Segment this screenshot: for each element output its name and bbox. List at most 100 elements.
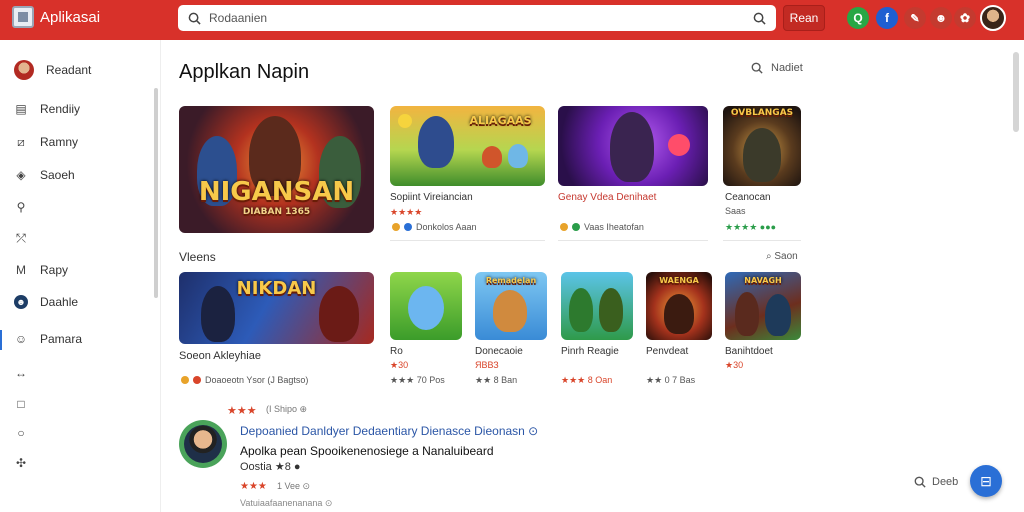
- game-art: NIGANSAN DIABAN 1365: [179, 106, 374, 233]
- game-title[interactable]: Banihtdoet: [725, 346, 773, 357]
- game-title[interactable]: Penvdeat: [646, 346, 688, 357]
- game-meta-text: Doaoeotn Ysor (J Bagtso): [205, 375, 309, 385]
- game-card[interactable]: Remadelan: [475, 272, 547, 340]
- game-art: [390, 272, 462, 340]
- smiley-icon: ☺: [14, 332, 28, 346]
- bottom-search[interactable]: Deeb: [914, 476, 958, 488]
- game-title[interactable]: Ro: [390, 346, 403, 357]
- badge-dot: [560, 223, 568, 231]
- featured-game-card[interactable]: NIGANSAN DIABAN 1365: [179, 106, 374, 233]
- sidebar-item-ramny[interactable]: ⧄ Ramny: [14, 135, 78, 150]
- game-title[interactable]: Soeon Akleyhiae: [179, 350, 261, 362]
- game-card[interactable]: NIKDAN: [179, 272, 374, 344]
- game-art: WAENGA: [646, 272, 712, 340]
- sidebar-item-rapy[interactable]: M Rapy: [14, 263, 68, 277]
- section-see-all-link[interactable]: ⌕ Saon: [766, 251, 798, 262]
- settings-icon[interactable]: ✿: [954, 7, 976, 29]
- game-rating: ЯВВЗ: [475, 360, 499, 370]
- page-scrollbar[interactable]: [1013, 52, 1019, 132]
- character-figure: [599, 288, 623, 332]
- sidebar-item-rendiiy[interactable]: ▤ Rendiiy: [14, 102, 80, 116]
- gear-icon: ✣: [15, 456, 27, 470]
- share-icon[interactable]: ✎: [904, 7, 926, 29]
- character-figure: [508, 144, 528, 168]
- sidebar-item-arrows[interactable]: ↔: [14, 366, 28, 380]
- game-card[interactable]: ALIAGAAS: [390, 106, 545, 186]
- sidebar-scrollbar[interactable]: [154, 88, 158, 298]
- game-card[interactable]: [561, 272, 633, 340]
- game-art-title: WAENGA: [659, 276, 699, 285]
- sidebar-divider: [160, 40, 161, 512]
- reviewer-avatar[interactable]: [179, 420, 227, 468]
- character-figure: [664, 294, 694, 334]
- page-search[interactable]: Nadiet: [751, 62, 803, 74]
- sidebar-item-security[interactable]: ⤱: [14, 231, 28, 245]
- game-art: NAVAGH: [725, 272, 801, 340]
- game-title[interactable]: Sopiint Vireiancian: [390, 192, 473, 203]
- character-figure: [610, 112, 654, 182]
- game-meta: Donkolos Aaan: [392, 222, 477, 232]
- search-bar: [178, 5, 776, 31]
- calendar-icon: ▤: [15, 102, 27, 116]
- character-figure: [743, 128, 781, 182]
- game-title[interactable]: Pinrh Reagie: [561, 346, 619, 357]
- search-submit-icon[interactable]: [753, 12, 766, 25]
- search-icon: [914, 476, 926, 488]
- sidebar-item-daahle[interactable]: ☻ Daahle: [14, 295, 78, 309]
- sidebar-item-settings[interactable]: ✣: [14, 456, 28, 470]
- badge-dot: [193, 376, 201, 384]
- emoji-icon[interactable]: ☻: [930, 7, 952, 29]
- game-title[interactable]: Donecaoie: [475, 346, 523, 357]
- game-card[interactable]: [390, 272, 462, 340]
- game-card[interactable]: [558, 106, 708, 186]
- facebook-icon[interactable]: f: [876, 7, 898, 29]
- sidebar-item-saoeh[interactable]: ◈ Saoeh: [14, 168, 75, 182]
- game-art-subtitle: DIABAN 1365: [242, 207, 311, 217]
- sidebar-item-label: Readant: [46, 63, 92, 77]
- character-figure: [482, 146, 502, 168]
- character-figure: [765, 294, 791, 336]
- review-stars-meta: (I Shipo ⊕: [266, 404, 308, 414]
- shield-icon: ⤱: [16, 230, 26, 245]
- sidebar-item-readant[interactable]: Readant: [14, 60, 91, 80]
- page-title: Applkan Napin: [179, 61, 310, 83]
- game-card[interactable]: WAENGA: [646, 272, 712, 340]
- avatar: [14, 60, 34, 80]
- sidebar-item-pamara[interactable]: ☺ Pamara: [14, 332, 82, 346]
- sidebar-item-square[interactable]: □: [14, 397, 28, 411]
- section-title: Vleens: [179, 250, 216, 264]
- search-icon: ○: [17, 426, 25, 440]
- game-art-title: Remadelan: [485, 276, 537, 285]
- review-foot-text: Vatuiaafaanenanana ⊙: [240, 498, 333, 508]
- user-avatar[interactable]: [980, 5, 1006, 31]
- game-meta-text: Donkolos Aaan: [416, 222, 477, 232]
- review-title[interactable]: Depoanied Danldyer Dedaentiary Dienasce …: [240, 424, 538, 438]
- smiley-sun-icon: [398, 114, 412, 128]
- review-stars: ★★★: [227, 405, 257, 417]
- sidebar-item-label: Daahle: [40, 295, 79, 309]
- game-rating: ★30: [725, 360, 744, 370]
- game-title[interactable]: Genay Vdea Denihaet: [558, 192, 656, 203]
- search-button[interactable]: Rean: [783, 5, 825, 31]
- chat-icon[interactable]: Q: [847, 7, 869, 29]
- heart-icon: [668, 134, 690, 156]
- game-card[interactable]: NAVAGH: [725, 272, 801, 340]
- badge-dot: [181, 376, 189, 384]
- badge-dot: [572, 223, 580, 231]
- search-input[interactable]: [209, 11, 745, 25]
- game-title[interactable]: Ceanocan: [725, 192, 771, 203]
- character-figure: [735, 292, 759, 336]
- game-art: ALIAGAAS: [390, 106, 545, 186]
- game-card[interactable]: OVBLANGAS: [723, 106, 801, 186]
- sidebar-item-label: Saoeh: [40, 168, 75, 182]
- game-art: [561, 272, 633, 340]
- review-text: Apolka pean Spooikenenosiege a Nanaluibe…: [240, 444, 494, 458]
- sidebar-item-search[interactable]: ○: [14, 426, 28, 440]
- game-art: OVBLANGAS: [723, 106, 801, 186]
- sidebar-item-tools[interactable]: ⚲: [14, 200, 28, 214]
- floating-action-button[interactable]: ⊟: [970, 465, 1002, 497]
- app-logo[interactable]: Aplikasai: [12, 6, 100, 28]
- game-art-title: NIGANSAN: [198, 177, 355, 207]
- game-meta: ★★★★ ●●●: [725, 222, 777, 232]
- globe-icon: ☻: [14, 295, 28, 309]
